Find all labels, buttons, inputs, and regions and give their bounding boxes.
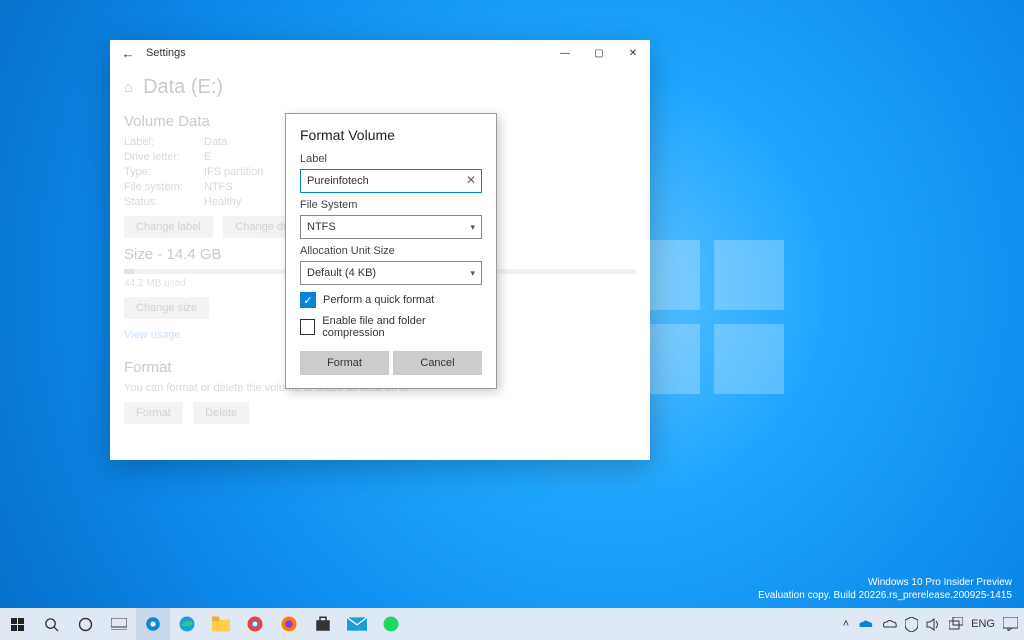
tray-onedrive-icon[interactable] — [857, 619, 873, 630]
filesystem-select[interactable]: NTFS ▾ — [300, 215, 482, 239]
tray-cloud-icon[interactable] — [881, 619, 897, 630]
taskbar-app-settings[interactable] — [136, 608, 170, 640]
dialog-cancel-button[interactable]: Cancel — [393, 351, 482, 375]
close-button[interactable]: ✕ — [616, 40, 650, 66]
chevron-down-icon: ▾ — [470, 268, 475, 279]
tray-language[interactable]: ENG — [971, 618, 995, 630]
back-button[interactable]: ← — [110, 46, 146, 61]
tray-action-center-icon[interactable] — [1003, 617, 1018, 631]
dialog-format-button[interactable]: Format — [300, 351, 389, 375]
taskbar-app-firefox[interactable] — [272, 608, 306, 640]
taskbar: ˄ ENG — [0, 608, 1024, 640]
search-icon[interactable] — [34, 608, 68, 640]
chevron-down-icon: ▾ — [470, 222, 475, 233]
start-button[interactable] — [0, 608, 34, 640]
label-field-label: Label — [300, 153, 482, 165]
taskbar-app-mail[interactable] — [340, 608, 374, 640]
checkbox-unchecked-icon — [300, 319, 315, 335]
filesystem-field-label: File System — [300, 199, 482, 211]
tray-chevron-up-icon[interactable]: ˄ — [843, 618, 849, 630]
clear-icon[interactable]: ✕ — [466, 173, 476, 187]
taskbar-app-store[interactable] — [306, 608, 340, 640]
tray-volume-icon[interactable] — [926, 618, 941, 631]
window-titlebar: ← Settings — ▢ ✕ — [110, 40, 650, 66]
cortana-icon[interactable] — [68, 608, 102, 640]
label-input[interactable] — [300, 169, 482, 193]
minimize-button[interactable]: — — [548, 40, 582, 66]
taskbar-app-spotify[interactable] — [374, 608, 408, 640]
maximize-button[interactable]: ▢ — [582, 40, 616, 66]
compression-checkbox[interactable]: Enable file and folder compression — [300, 315, 482, 339]
task-view-icon[interactable] — [102, 608, 136, 640]
taskbar-app-explorer[interactable] — [204, 608, 238, 640]
allocation-select[interactable]: Default (4 KB) ▾ — [300, 261, 482, 285]
desktop-watermark: Windows 10 Pro Insider Preview Evaluatio… — [758, 576, 1012, 602]
format-volume-dialog: Format Volume Label ✕ File System NTFS ▾… — [285, 113, 497, 389]
taskbar-app-chrome[interactable] — [238, 608, 272, 640]
checkbox-checked-icon: ✓ — [300, 292, 316, 308]
quick-format-checkbox[interactable]: ✓ Perform a quick format — [300, 292, 482, 308]
desktop-windows-logo — [630, 240, 784, 394]
tray-defender-icon[interactable] — [905, 617, 918, 632]
dialog-title: Format Volume — [300, 127, 482, 143]
window-title: Settings — [146, 47, 548, 59]
allocation-field-label: Allocation Unit Size — [300, 245, 482, 257]
tray-network-icon[interactable] — [949, 617, 963, 631]
taskbar-app-edge[interactable] — [170, 608, 204, 640]
